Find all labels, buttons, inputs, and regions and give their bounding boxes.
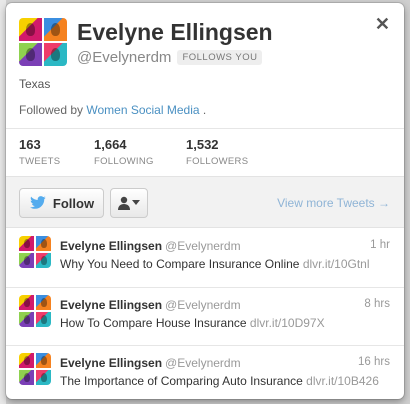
stat-value: 1,532 [186,137,219,152]
profile-stats: 163 TWEETS 1,664 FOLLOWING 1,532 FOLLOWE… [6,129,404,173]
stat-value: 1,664 [94,137,127,152]
avatar[interactable] [19,353,51,385]
tweet-body: The Importance of Comparing Auto Insuran… [60,374,303,388]
followed-by-suffix: . [202,103,207,117]
tweet-author-name: Evelyne Ellingsen [60,298,163,312]
handle-row: @Evelynerdm FOLLOWS YOU [77,49,263,66]
stat-label: FOLLOWERS [186,156,249,167]
tweet-timestamp[interactable]: 16 hrs [358,356,390,368]
tweet-item[interactable]: Evelyne Ellingsen @Evelynerdm 1 hr Why Yo… [6,229,404,287]
tweet-author-handle: @Evelynerdm [165,239,241,253]
stat-following[interactable]: 1,664 FOLLOWING [94,137,154,167]
followed-by-link[interactable]: Women Social Media [86,103,199,117]
tweet-author[interactable]: Evelyne Ellingsen @Evelynerdm [60,239,241,253]
twitter-bird-icon [29,196,46,209]
tweet-body: How To Compare House Insurance [60,316,247,330]
avatar[interactable] [19,18,67,66]
tweet-link[interactable]: dlvr.it/10B426 [306,374,379,388]
tweet-author-name: Evelyne Ellingsen [60,356,163,370]
stat-tweets[interactable]: 163 TWEETS [19,137,60,167]
caret-down-icon [132,200,140,205]
profile-name[interactable]: Evelyne Ellingsen [77,19,273,46]
profile-handle[interactable]: @Evelynerdm [77,49,171,66]
tweet-author-handle: @Evelynerdm [165,298,241,312]
follow-button[interactable]: Follow [19,188,104,218]
user-icon [118,196,130,210]
tweet-item[interactable]: Evelyne Ellingsen @Evelynerdm 8 hrs How T… [6,288,404,346]
user-actions-dropdown[interactable] [110,188,148,218]
action-bar: Follow View more Tweets → [6,176,404,228]
tweet-author-handle: @Evelynerdm [165,356,241,370]
stat-label: FOLLOWING [94,156,154,167]
avatar[interactable] [19,295,51,327]
tweet-link[interactable]: dlvr.it/10D97X [250,316,325,330]
tweet-item[interactable]: Evelyne Ellingsen @Evelynerdm 16 hrs The … [6,346,404,399]
profile-popup-card: ✕ Evelyne Ellingsen @Evelynerdm FOLLOWS … [6,3,404,399]
stat-followers[interactable]: 1,532 FOLLOWERS [186,137,248,167]
tweet-author-name: Evelyne Ellingsen [60,239,163,253]
avatar[interactable] [19,236,51,268]
follows-you-badge: FOLLOWS YOU [177,50,263,65]
followed-by-prefix: Followed by [19,103,84,117]
stat-label: TWEETS [19,156,61,167]
tweet-timestamp[interactable]: 1 hr [370,239,390,251]
tweet-text: The Importance of Comparing Auto Insuran… [60,374,379,388]
profile-location: Texas [19,77,51,91]
tweet-timestamp[interactable]: 8 hrs [364,298,390,310]
tweet-link[interactable]: dlvr.it/10Gtnl [303,257,370,271]
tweet-text: Why You Need to Compare Insurance Online… [60,257,370,271]
tweet-text: How To Compare House Insurance dlvr.it/1… [60,316,325,330]
follow-label: Follow [52,195,95,211]
followed-by: Followed by Women Social Media . [19,103,206,117]
view-more-tweets-link[interactable]: View more Tweets → [277,196,390,210]
tweet-author[interactable]: Evelyne Ellingsen @Evelynerdm [60,356,241,370]
close-icon[interactable]: ✕ [375,15,390,33]
stat-value: 163 [19,137,41,152]
tweet-author[interactable]: Evelyne Ellingsen @Evelynerdm [60,298,241,312]
tweet-body: Why You Need to Compare Insurance Online [60,257,300,271]
